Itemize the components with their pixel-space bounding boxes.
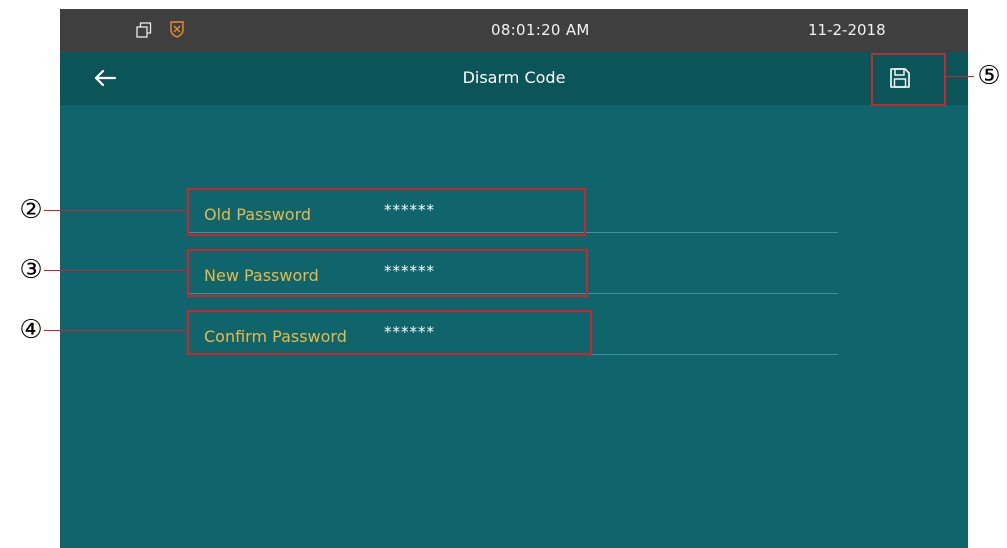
status-bar: 08:01:20 AM 11-2-2018 (60, 9, 968, 52)
callout-connector (946, 76, 974, 77)
window-icon (136, 22, 152, 38)
callout-5: ⑤ (977, 61, 1001, 91)
callout-3: ③ (19, 255, 43, 285)
callout-2: ② (19, 195, 43, 225)
callout-4: ④ (19, 315, 43, 345)
highlight-confirm-password (187, 310, 592, 355)
status-date: 11-2-2018 (808, 21, 886, 39)
shield-icon (170, 21, 184, 38)
highlight-old-password (187, 188, 586, 236)
title-bar: Disarm Code (60, 52, 968, 105)
callout-connector (44, 210, 187, 211)
highlight-save-button (871, 53, 946, 106)
page-title: Disarm Code (462, 68, 566, 87)
callout-connector (44, 330, 187, 331)
status-time: 08:01:20 AM (491, 21, 590, 39)
highlight-new-password (187, 249, 588, 297)
callout-connector (44, 270, 187, 271)
